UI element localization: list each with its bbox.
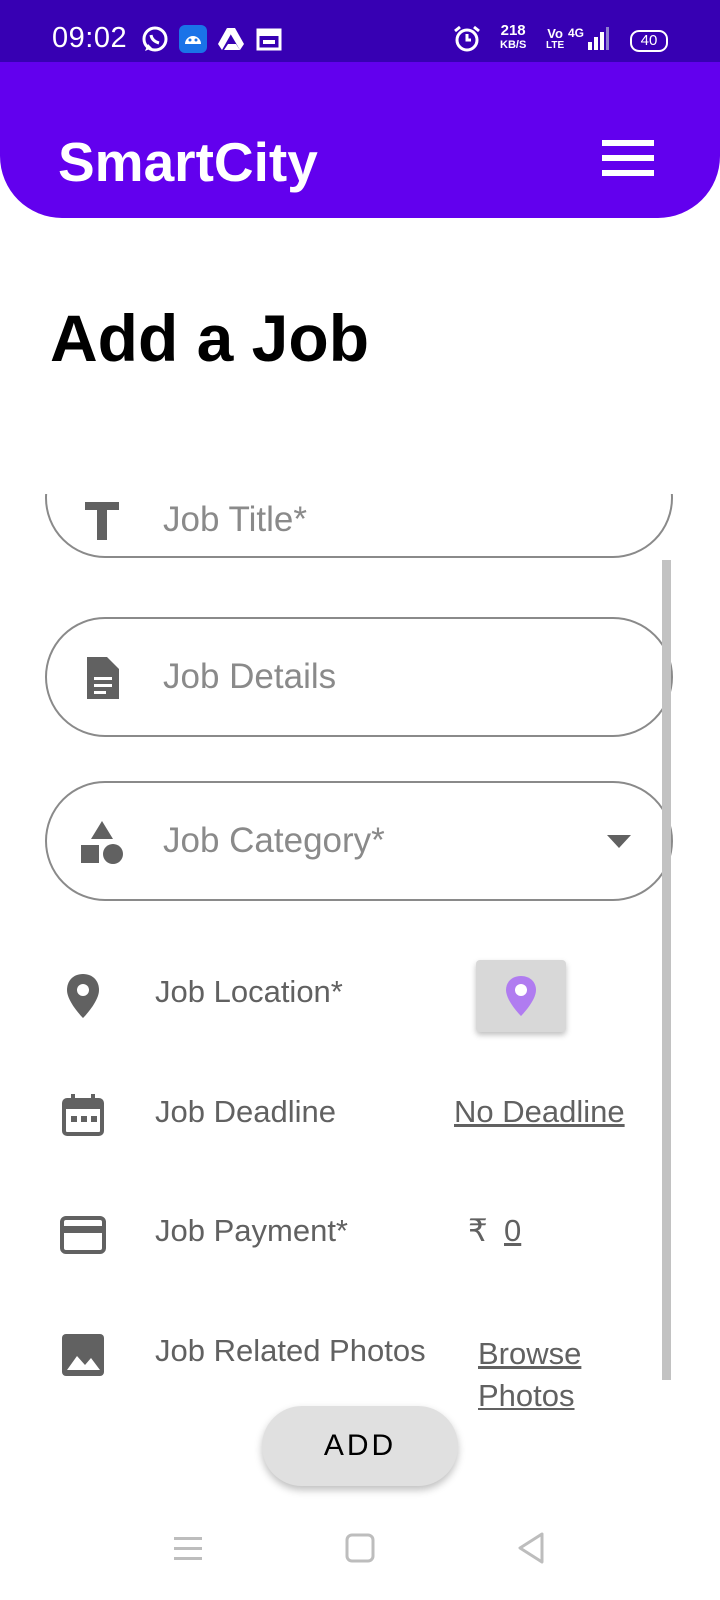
- back-icon[interactable]: [512, 1528, 552, 1568]
- app-title: SmartCity: [58, 131, 318, 193]
- job-details-field[interactable]: Job Details: [45, 617, 673, 737]
- currency-symbol: ₹: [468, 1213, 488, 1248]
- job-category-dropdown[interactable]: Job Category*: [45, 781, 673, 901]
- network-speed: 218 KB/S: [500, 22, 527, 51]
- volte-indicator: Vo LTE: [546, 26, 565, 51]
- whatsapp-icon: [142, 26, 168, 52]
- payment-amount-input[interactable]: 0: [504, 1213, 521, 1249]
- pick-location-button[interactable]: [476, 960, 566, 1032]
- form-scrollbar[interactable]: [662, 560, 671, 1380]
- job-payment-label: Job Payment*: [155, 1213, 348, 1248]
- hamburger-menu-icon[interactable]: [602, 138, 654, 178]
- job-photos-label: Job Related Photos: [155, 1333, 426, 1368]
- app-bar: SmartCity: [0, 62, 720, 218]
- document-icon: [87, 657, 119, 699]
- job-deadline-label: Job Deadline: [155, 1094, 336, 1129]
- recent-apps-icon[interactable]: [168, 1528, 208, 1568]
- job-category-placeholder: Job Category*: [163, 821, 385, 860]
- job-title-placeholder: Job Title*: [163, 500, 307, 539]
- category-shapes-icon: [81, 821, 123, 864]
- home-icon[interactable]: [340, 1528, 380, 1568]
- deadline-picker-link[interactable]: No Deadline: [454, 1094, 625, 1130]
- add-job-button[interactable]: ADD: [262, 1406, 458, 1486]
- page-title: Add a Job: [50, 301, 370, 375]
- location-pin-icon: [67, 974, 99, 1018]
- job-form[interactable]: Job Title* Job Details Job Category* Job…: [0, 494, 720, 1410]
- drive-icon: [218, 28, 244, 50]
- text-title-icon: [85, 502, 119, 540]
- job-location-label: Job Location*: [155, 974, 343, 1009]
- browse-photos-link[interactable]: Browse Photos: [478, 1333, 598, 1410]
- status-time: 09:02: [52, 22, 128, 54]
- calendar-icon: [256, 28, 282, 51]
- dropdown-arrow-icon: [607, 835, 631, 848]
- system-nav-bar: [0, 1500, 720, 1600]
- calendar-icon: [62, 1094, 104, 1136]
- job-details-placeholder: Job Details: [163, 657, 337, 696]
- location-pin-icon: [506, 976, 536, 1016]
- image-icon: [62, 1334, 104, 1376]
- signal-icon: [588, 27, 609, 50]
- battery-indicator: 40: [630, 30, 668, 52]
- job-title-field[interactable]: Job Title*: [45, 494, 673, 558]
- credit-card-icon: [60, 1216, 106, 1254]
- android-icon: [179, 25, 207, 53]
- alarm-icon: [454, 25, 480, 52]
